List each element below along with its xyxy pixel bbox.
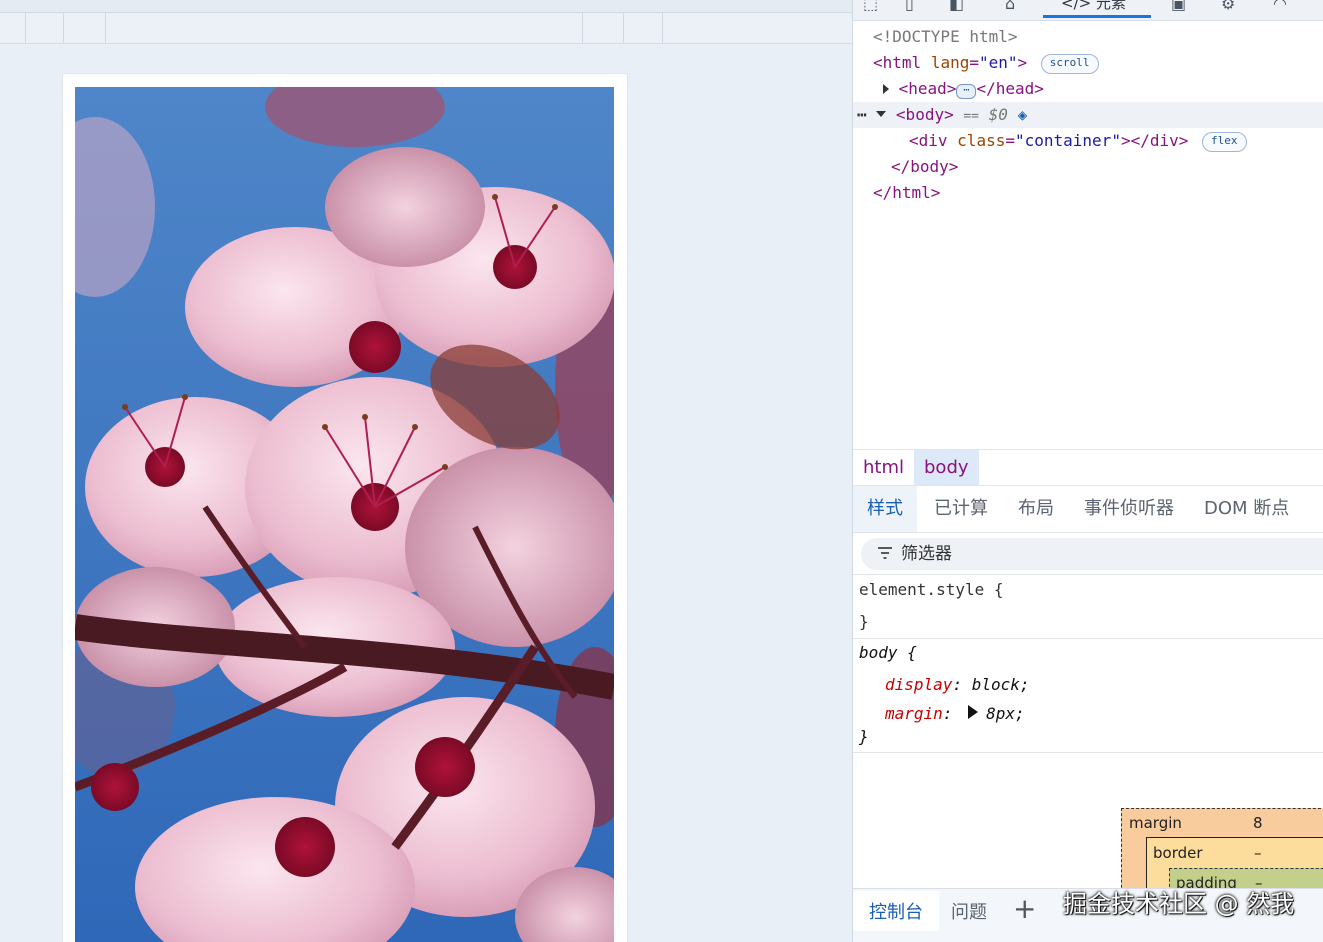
welcome-home-icon[interactable]: ⌂: [1005, 0, 1015, 13]
viewport-toolbar-strip: [0, 0, 852, 13]
element-style-close: }: [859, 612, 869, 631]
doctype-node[interactable]: <!DOCTYPE html>: [853, 24, 1323, 50]
div-attr-value: "container": [1014, 131, 1121, 150]
tab-event-listeners[interactable]: 事件侦听器: [1084, 486, 1174, 532]
flex-badge[interactable]: flex: [1202, 132, 1247, 152]
collapse-arrow-icon[interactable]: [876, 111, 887, 117]
breadcrumb-html[interactable]: html: [853, 450, 914, 485]
filter-icon: [878, 547, 892, 559]
filter-placeholder: 筛选器: [901, 544, 952, 564]
watermark: 掘金技术社区 @ 然我: [1063, 890, 1295, 918]
element-style-selector[interactable]: element.style {: [859, 579, 1004, 601]
sources-bug-icon[interactable]: ⚙: [1221, 0, 1235, 13]
html-node[interactable]: <html lang="en"> scroll: [853, 50, 1323, 76]
head-close-tag: </head>: [976, 79, 1044, 98]
ruler-cell: [624, 13, 663, 43]
drawer-tab-issues[interactable]: 问题: [951, 891, 987, 935]
page-viewport: [0, 0, 852, 942]
ruler-cell: [106, 13, 583, 43]
active-tab-underline: [1043, 15, 1151, 18]
prop-margin[interactable]: margin: [885, 704, 943, 723]
console-icon[interactable]: ▣: [1171, 0, 1186, 13]
head-node[interactable]: <head> ⋯ </head>: [853, 76, 1323, 102]
margin-value[interactable]: 8: [1253, 814, 1263, 832]
html-open-tag: <html: [873, 53, 922, 72]
tab-styles[interactable]: 样式: [853, 486, 917, 532]
html-close-bracket: >: [1017, 53, 1028, 72]
body-ref: $0: [988, 105, 1008, 124]
cherry-blossom-photo: [75, 87, 614, 942]
box-model-diagram: margin 8 border – padding –: [1121, 808, 1323, 908]
network-wifi-icon[interactable]: ◠: [1273, 0, 1287, 13]
html-attr-name: lang: [930, 53, 970, 72]
device-toggle-icon[interactable]: ▯: [905, 0, 914, 13]
devtools-panel: ⬚ ▯ ◧ ⌂ </> 元素 ▣ ⚙ ◠ <!DOCTYPE html> <ht…: [852, 0, 1323, 942]
tab-computed[interactable]: 已计算: [934, 486, 988, 532]
prop-display[interactable]: display: [885, 675, 952, 694]
ruler-cell: [64, 13, 106, 43]
styles-filter-input[interactable]: 筛选器: [861, 538, 1323, 570]
body-open-tag: <body>: [895, 105, 954, 124]
body-node[interactable]: ⋯ <body> == $0 ◈: [853, 102, 1323, 128]
rule-separator: [853, 752, 1323, 753]
doctype-text: <!DOCTYPE html>: [873, 27, 1018, 46]
body-eq: ==: [963, 109, 980, 124]
decl-margin[interactable]: margin: 8px;: [885, 703, 1025, 725]
inspect-icon[interactable]: ⬚: [863, 0, 878, 13]
style-rules: element.style { } body { display: block;…: [853, 574, 1323, 755]
tab-layout[interactable]: 布局: [1018, 486, 1054, 532]
viewport-ruler: [0, 13, 852, 44]
div-container-node[interactable]: <div class="container"></div> flex: [853, 128, 1323, 154]
value-margin[interactable]: 8px;: [986, 704, 1025, 723]
scroll-badge[interactable]: scroll: [1040, 54, 1099, 74]
dock-icon[interactable]: ◧: [949, 0, 964, 13]
body-rule-close: }: [859, 727, 869, 746]
breadcrumb-body[interactable]: body: [914, 450, 979, 485]
ruler-cell: [26, 13, 64, 43]
row-menu-icon[interactable]: ⋯: [857, 105, 867, 124]
collapsed-ellipsis[interactable]: ⋯: [956, 84, 977, 99]
html-close-tag: </html>: [873, 183, 941, 202]
rule-separator: [853, 638, 1323, 639]
body-rule-selector[interactable]: body {: [859, 642, 917, 664]
styles-subtabs: 样式 已计算 布局 事件侦听器 DOM 断点: [853, 486, 1323, 533]
breadcrumb: html body: [853, 449, 1323, 486]
box-model-margin[interactable]: margin 8 border – padding –: [1121, 808, 1323, 908]
body-close-node[interactable]: </body>: [853, 154, 1323, 180]
tab-elements-label: </> 元素: [1061, 0, 1126, 12]
decl-display[interactable]: display: block;: [885, 674, 1030, 696]
html-close-node[interactable]: </html>: [853, 180, 1323, 206]
tab-dom-breakpoints[interactable]: DOM 断点: [1204, 486, 1289, 532]
copilot-icon[interactable]: ◈: [1018, 105, 1028, 124]
body-close-tag: </body>: [891, 157, 959, 176]
margin-label: margin: [1129, 814, 1182, 832]
div-open-tag: <div: [909, 131, 948, 150]
border-value[interactable]: –: [1254, 844, 1262, 862]
tab-elements[interactable]: </> 元素: [1043, 0, 1151, 18]
bottom-drawer: 控制台 问题 + 掘金技术社区 @ 然我: [853, 888, 1323, 942]
expand-shorthand-icon[interactable]: [968, 705, 979, 719]
div-close-tag: ></div>: [1120, 131, 1189, 150]
border-label: border: [1153, 844, 1203, 862]
drawer-tab-console[interactable]: 控制台: [853, 891, 939, 931]
ruler-cell: [0, 13, 26, 43]
head-open-tag: <head>: [898, 79, 957, 98]
devtools-toolbar: ⬚ ▯ ◧ ⌂ </> 元素 ▣ ⚙ ◠: [853, 0, 1323, 21]
html-attr-value: "en": [978, 53, 1018, 72]
expand-arrow-icon[interactable]: [883, 84, 889, 94]
value-display[interactable]: block;: [972, 675, 1030, 694]
div-attr-name: class: [957, 131, 1006, 150]
dom-tree: <!DOCTYPE html> <html lang="en"> scroll …: [853, 22, 1323, 448]
add-tab-button[interactable]: +: [1013, 893, 1036, 925]
ruler-cell: [583, 13, 624, 43]
